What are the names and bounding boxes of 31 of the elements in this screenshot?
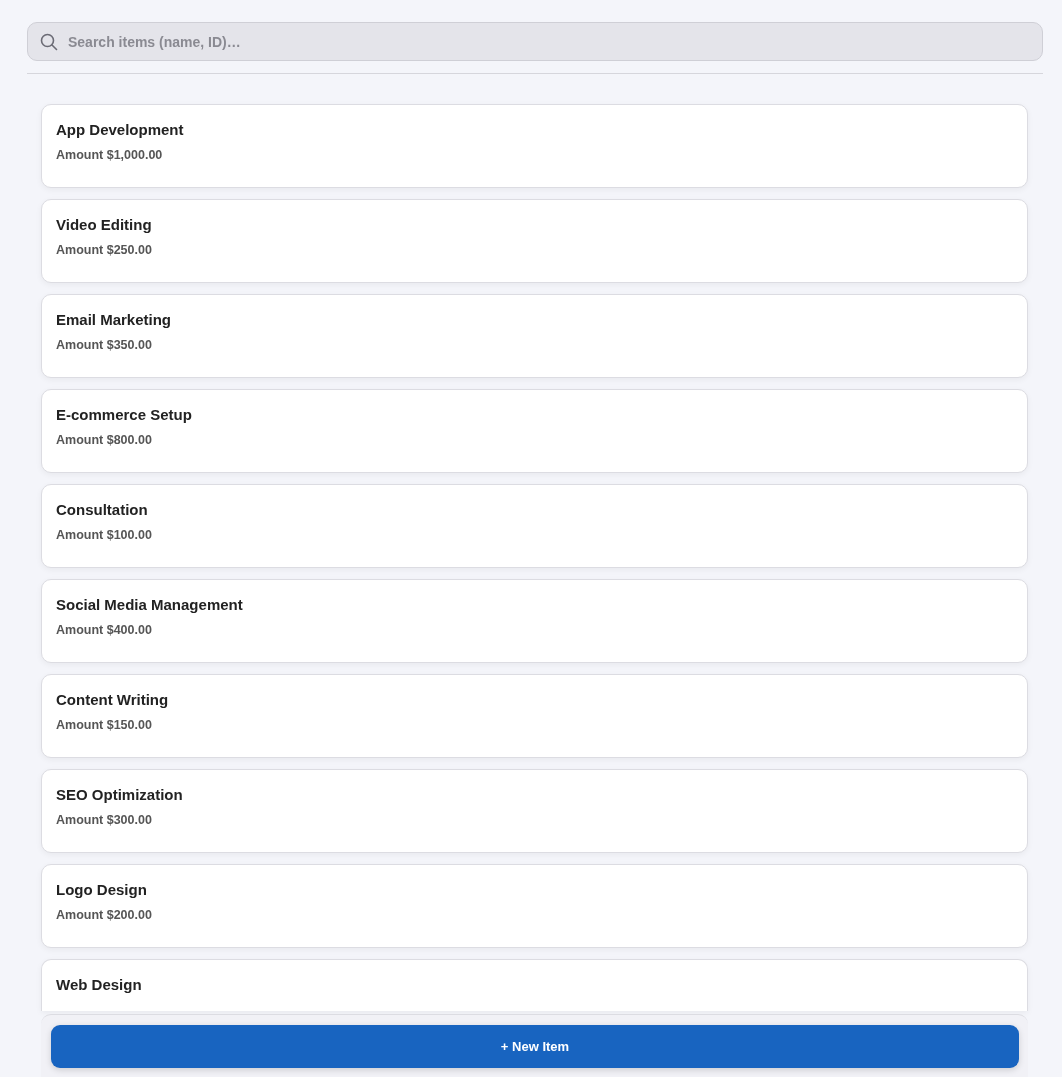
- item-amount: Amount $1,000.00: [56, 148, 164, 162]
- item-card[interactable]: Video Editing Amount $250.00: [41, 199, 1028, 283]
- item-card[interactable]: Content Writing Amount $150.00: [41, 674, 1028, 758]
- item-amount: Amount $150.00: [56, 718, 153, 732]
- item-name: Logo Design: [56, 881, 148, 898]
- item-card[interactable]: E-commerce Setup Amount $800.00: [41, 389, 1028, 473]
- item-card[interactable]: Logo Design Amount $200.00: [41, 864, 1028, 948]
- item-amount: Amount $400.00: [56, 623, 153, 637]
- item-name: App Development: [56, 121, 185, 138]
- item-amount: Amount $200.00: [56, 908, 153, 922]
- item-name: Video Editing: [56, 216, 153, 233]
- item-amount: Amount $800.00: [56, 433, 153, 447]
- item-card[interactable]: SEO Optimization Amount $300.00: [41, 769, 1028, 853]
- item-card[interactable]: Web Design: [41, 959, 1028, 1011]
- item-amount: Amount $350.00: [56, 338, 153, 352]
- item-name: E-commerce Setup: [56, 406, 193, 423]
- item-card[interactable]: Email Marketing Amount $350.00: [41, 294, 1028, 378]
- item-card[interactable]: Social Media Management Amount $400.00: [41, 579, 1028, 663]
- item-card[interactable]: Consultation Amount $100.00: [41, 484, 1028, 568]
- item-name: SEO Optimization: [56, 786, 184, 803]
- search-field[interactable]: Search items (name, ID)…: [27, 22, 1043, 61]
- item-name: Content Writing: [56, 691, 170, 708]
- new-item-button[interactable]: + New Item: [51, 1025, 1019, 1068]
- item-name: Web Design: [56, 976, 143, 993]
- item-name: Email Marketing: [56, 311, 173, 328]
- item-name: Consultation: [56, 501, 149, 518]
- item-name: Social Media Management: [56, 596, 244, 613]
- item-amount: Amount $250.00: [56, 243, 153, 257]
- item-amount: Amount $100.00: [56, 528, 153, 542]
- item-card[interactable]: App Development Amount $1,000.00: [41, 104, 1028, 188]
- item-amount: Amount $300.00: [56, 813, 153, 827]
